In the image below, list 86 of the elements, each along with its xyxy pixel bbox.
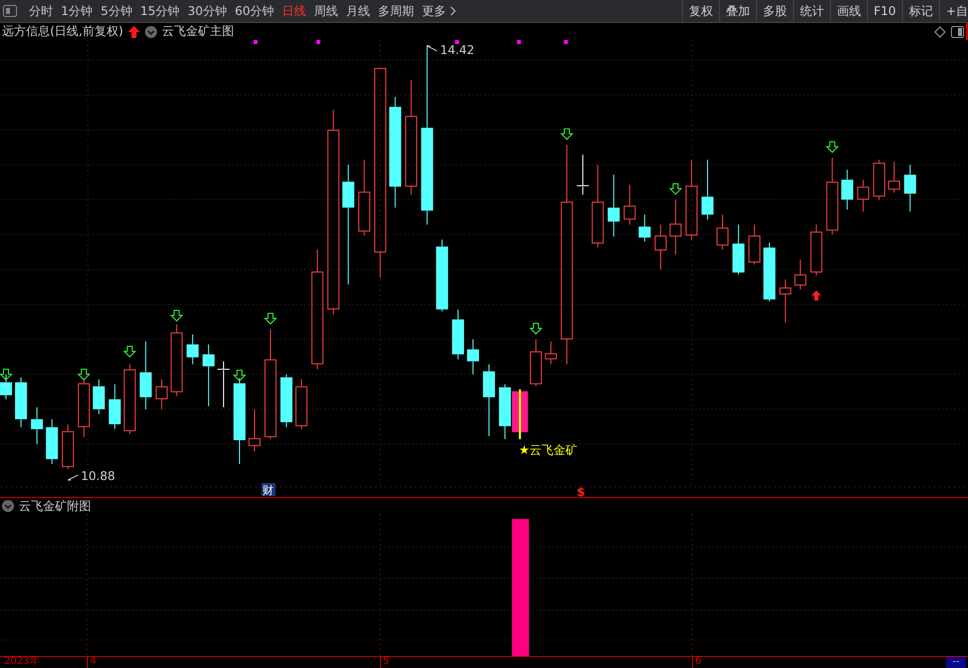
candlestick	[544, 340, 557, 365]
candlestick	[763, 242, 776, 302]
period-tab[interactable]: 多周期	[374, 0, 418, 22]
candlestick	[702, 159, 714, 220]
candlestick	[857, 179, 870, 212]
sub-chart-title: 云飞金矿附图	[19, 498, 91, 515]
candlestick	[732, 224, 744, 275]
candlestick	[530, 338, 542, 387]
candlestick	[810, 224, 822, 276]
down-arrow-icon	[264, 312, 278, 325]
down-arrow-icon	[529, 322, 543, 335]
dropdown-icon[interactable]	[2, 500, 14, 512]
signal-label: ★云飞金矿	[518, 443, 578, 458]
candlestick	[280, 374, 292, 428]
candlestick	[140, 340, 152, 410]
event-marker[interactable]: 财	[262, 484, 274, 498]
candlestick	[654, 224, 667, 270]
candlestick	[248, 408, 260, 452]
candlestick	[670, 199, 682, 256]
candlestick	[624, 184, 636, 226]
candlestick	[452, 308, 464, 360]
candlestick	[0, 374, 12, 400]
period-tab[interactable]: 30分钟	[184, 0, 231, 22]
period-tab[interactable]: 分时	[25, 0, 57, 22]
panel-toggle-icon[interactable]	[951, 26, 964, 38]
high-price-marker	[426, 45, 438, 52]
down-arrow-icon	[0, 368, 13, 380]
candlestick	[716, 214, 728, 250]
candlestick	[108, 384, 121, 430]
period-tab[interactable]: 60分钟	[230, 0, 278, 22]
candlestick	[841, 169, 854, 210]
candlestick	[186, 334, 199, 365]
candlestick	[638, 214, 651, 242]
period-tab[interactable]: 5分钟	[96, 0, 136, 22]
down-arrow-icon	[560, 128, 574, 140]
panel-toggle-icon[interactable]	[3, 5, 17, 17]
axis-corner-button[interactable]: --	[946, 657, 966, 668]
candlestick	[15, 376, 27, 428]
axis-label: 4	[87, 656, 96, 668]
down-arrow-icon	[668, 183, 682, 195]
diamond-icon[interactable]	[934, 26, 946, 38]
stock-title: 远方信息(日线,前复权)	[2, 23, 124, 40]
candlestick	[156, 378, 168, 410]
candlestick	[217, 360, 230, 408]
candlestick	[62, 424, 74, 470]
period-tab[interactable]: 更多	[418, 0, 460, 22]
candlestick	[202, 344, 215, 407]
candlestick	[904, 164, 916, 212]
down-arrow-icon	[170, 310, 184, 322]
event-marker[interactable]: $	[576, 485, 586, 498]
signal-candlestick	[512, 389, 528, 440]
period-tab[interactable]: 月线	[342, 0, 374, 22]
down-arrow-icon	[123, 346, 136, 358]
low-price-label: 10.88	[80, 469, 116, 484]
low-price-marker	[67, 474, 78, 481]
candlestick	[30, 406, 43, 445]
indicator-name: 云飞金矿主图	[162, 23, 234, 40]
candlestick	[748, 224, 760, 266]
candlestick	[794, 259, 806, 290]
period-tab[interactable]: 1分钟	[57, 0, 97, 22]
candlestick	[498, 384, 511, 440]
down-arrow-icon	[77, 368, 91, 380]
candlestick	[467, 338, 479, 375]
candlestick	[78, 378, 90, 438]
down-arrow-icon	[232, 370, 246, 382]
axis-label: 5	[380, 656, 390, 668]
candlestick	[92, 378, 105, 415]
up-arrow-icon	[128, 26, 140, 38]
high-price-label: 14.42	[440, 42, 474, 57]
up-arrow-icon	[811, 290, 822, 300]
toolbar-button[interactable]: +自	[938, 0, 968, 22]
down-arrow-icon	[826, 141, 839, 153]
candlestick	[46, 418, 58, 465]
candlestick	[124, 364, 136, 435]
candlestick	[576, 154, 590, 196]
candlestick	[888, 161, 900, 194]
period-tab[interactable]: 15分钟	[136, 0, 184, 22]
candlestick	[779, 279, 792, 323]
candlestick	[608, 174, 620, 238]
chevron-icon	[450, 6, 456, 16]
candlestick	[873, 159, 886, 200]
period-tab[interactable]: 周线	[310, 0, 342, 22]
candlestick	[295, 378, 308, 430]
period-tab[interactable]: 日线	[278, 0, 310, 22]
dropdown-icon[interactable]	[145, 26, 158, 38]
event-marker-background	[261, 483, 276, 496]
